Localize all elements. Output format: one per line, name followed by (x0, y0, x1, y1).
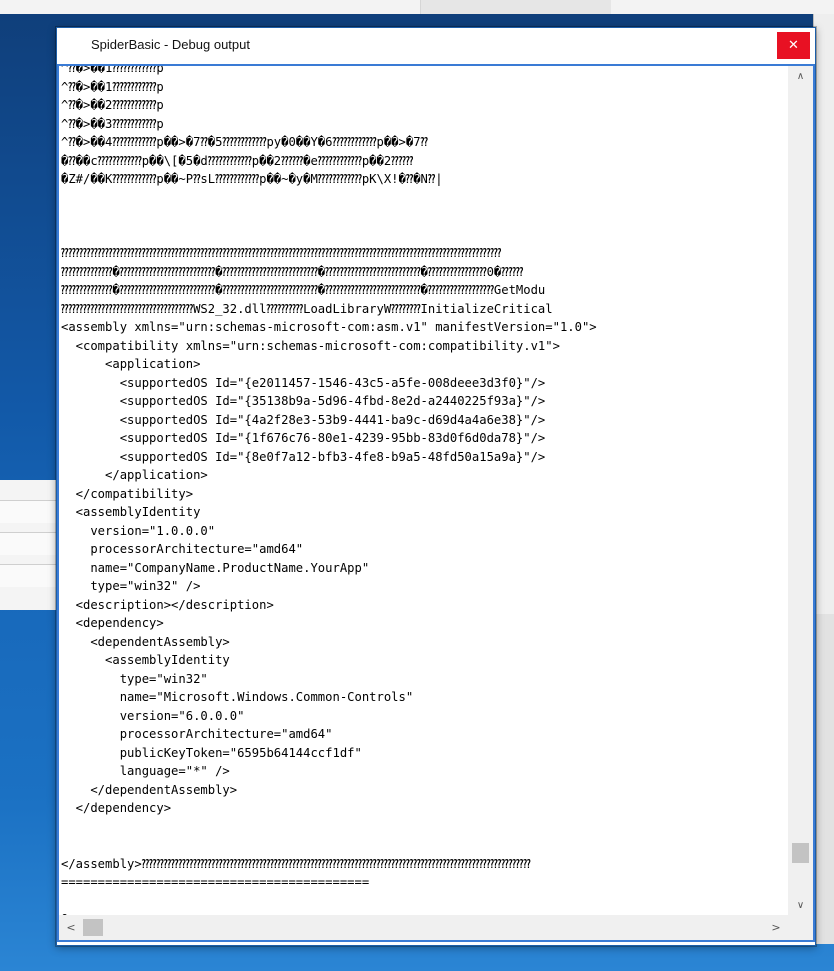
background-window-top (0, 0, 834, 14)
close-icon: ✕ (788, 38, 799, 53)
output-line: ^⁇�>��1⁇⁇⁇⁇⁇⁇p (61, 66, 164, 75)
window-title: SpiderBasic - Debug output (91, 37, 250, 52)
output-line: </dependentAssembly> (61, 782, 238, 797)
output-line: </dependency> (61, 801, 172, 815)
output-line: ^⁇�>��3⁇⁇⁇⁇⁇⁇p (61, 116, 164, 131)
output-line: processorArchitecture="amd64" (61, 727, 333, 741)
output-line: name="CompanyName.ProductName.YourApp" (61, 560, 370, 575)
output-line: <dependency> (61, 616, 164, 630)
output-line: <application> (61, 357, 201, 371)
chevron-up-icon: ∧ (796, 70, 805, 82)
output-line: <supportedOS Id="{8e0f7a12-bfb3-4fe8-b9a… (61, 449, 546, 464)
output-line: </assembly>⁇⁇⁇⁇⁇⁇⁇⁇⁇⁇⁇⁇⁇⁇⁇⁇⁇⁇⁇⁇⁇⁇⁇⁇⁇⁇⁇⁇⁇… (61, 856, 531, 871)
debug-output-textarea[interactable]: ^⁇�>��1⁇⁇⁇⁇⁇⁇p ^⁇�>��1⁇⁇⁇⁇⁇⁇p ^⁇�>��2⁇⁇⁇… (57, 64, 815, 942)
output-text: ^⁇�>��1⁇⁇⁇⁇⁇⁇p ^⁇�>��1⁇⁇⁇⁇⁇⁇p ^⁇�>��2⁇⁇⁇… (59, 66, 788, 915)
background-window-right (813, 14, 834, 944)
output-line: <assemblyIdentity (61, 653, 230, 667)
output-line: ========================================… (61, 875, 370, 889)
chevron-down-icon: ∨ (796, 899, 805, 911)
output-line: ⁇⁇⁇⁇⁇⁇⁇⁇⁇⁇⁇⁇⁇⁇⁇⁇⁇⁇⁇⁇⁇⁇⁇⁇⁇⁇⁇⁇⁇⁇⁇⁇⁇⁇⁇⁇⁇⁇⁇⁇… (61, 246, 502, 260)
vertical-scrollbar[interactable]: ∧ ∨ (788, 66, 813, 915)
output-line: language="*" /> (61, 764, 230, 778)
output-line: </compatibility> (61, 486, 194, 501)
output-line: ^⁇�>��4⁇⁇⁇⁇⁇⁇p��>�7⁇�5⁇⁇⁇⁇⁇⁇py�0��Y�6⁇⁇⁇… (61, 135, 428, 149)
output-line: ^⁇�>��2⁇⁇⁇⁇⁇⁇p (61, 98, 164, 112)
output-line: �⁇��c⁇⁇⁇⁇⁇⁇p��\[�5�d⁇⁇⁇⁇⁇⁇p��2⁇⁇⁇�e⁇⁇⁇⁇⁇… (61, 153, 414, 168)
background-shade (814, 614, 834, 944)
output-line: </application> (61, 468, 208, 482)
output-line: ⁇⁇⁇⁇⁇⁇⁇�⁇⁇⁇⁇⁇⁇⁇⁇⁇⁇⁇⁇⁇�⁇⁇⁇⁇⁇⁇⁇⁇⁇⁇⁇⁇⁇�⁇⁇⁇⁇… (61, 264, 524, 279)
output-line: type="win32" (61, 671, 208, 686)
output-line: name="Microsoft.Windows.Common-Controls" (61, 690, 414, 704)
debug-output-window[interactable]: SpiderBasic - Debug output ✕ ^⁇�>��1⁇⁇⁇⁇… (56, 27, 816, 946)
scroll-left-button[interactable]: < (61, 915, 81, 940)
output-line: <supportedOS Id="{1f676c76-80e1-4239-95b… (61, 431, 546, 445)
output-line: <compatibility xmlns="urn:schemas-micros… (61, 338, 560, 353)
output-text-area[interactable]: ^⁇�>��1⁇⁇⁇⁇⁇⁇p ^⁇�>��1⁇⁇⁇⁇⁇⁇p ^⁇�>��2⁇⁇⁇… (59, 66, 788, 915)
horizontal-scrollbar[interactable]: < > (59, 915, 788, 940)
output-line: <description></description> (61, 597, 274, 612)
chevron-left-icon: < (66, 921, 76, 934)
output-line: type="win32" /> (61, 579, 201, 593)
output-line: ⁇⁇⁇⁇⁇⁇⁇⁇⁇⁇⁇⁇⁇⁇⁇⁇⁇⁇WS2_32.dll⁇⁇⁇⁇⁇LoadLib… (61, 301, 553, 316)
scroll-up-button[interactable]: ∧ (788, 66, 813, 86)
output-line: <assemblyIdentity (61, 505, 201, 519)
output-line: <supportedOS Id="{35138b9a-5d96-4fbd-8e2… (61, 394, 546, 408)
chevron-right-icon: > (771, 921, 781, 934)
output-line: <dependentAssembly> (61, 634, 230, 649)
scroll-right-button[interactable]: > (766, 915, 786, 940)
output-line: processorArchitecture="amd64" (61, 542, 304, 556)
output-line: <supportedOS Id="{e2011457-1546-43c5-a5f… (61, 375, 546, 390)
horizontal-scroll-thumb[interactable] (83, 919, 103, 936)
close-button[interactable]: ✕ (777, 32, 810, 59)
scroll-down-button[interactable]: ∨ (788, 895, 813, 915)
background-tab (420, 0, 611, 14)
output-line: <assembly xmlns="urn:schemas-microsoft-c… (61, 320, 597, 334)
title-bar[interactable]: SpiderBasic - Debug output ✕ (57, 28, 815, 64)
output-line: ^⁇�>��1⁇⁇⁇⁇⁇⁇p (61, 79, 164, 94)
output-line: version="1.0.0.0" (61, 523, 216, 538)
output-line: �Z#/��K⁇⁇⁇⁇⁇⁇p��~P⁇sL⁇⁇⁇⁇⁇⁇p��~�y�M⁇⁇⁇⁇⁇… (61, 172, 443, 186)
desktop: { "window": { "title": "SpiderBasic - De… (0, 0, 834, 971)
output-line: <supportedOS Id="{4a2f28e3-53b9-4441-ba9… (61, 412, 546, 427)
output-line: version="6.0.0.0" (61, 708, 245, 723)
vertical-scroll-thumb[interactable] (792, 843, 809, 864)
output-line: ⁇⁇⁇⁇⁇⁇⁇�⁇⁇⁇⁇⁇⁇⁇⁇⁇⁇⁇⁇⁇�⁇⁇⁇⁇⁇⁇⁇⁇⁇⁇⁇⁇⁇�⁇⁇⁇⁇… (61, 283, 546, 297)
output-line: publicKeyToken="6595b64144ccf1df" (61, 745, 362, 760)
scrollbar-corner (788, 915, 813, 940)
